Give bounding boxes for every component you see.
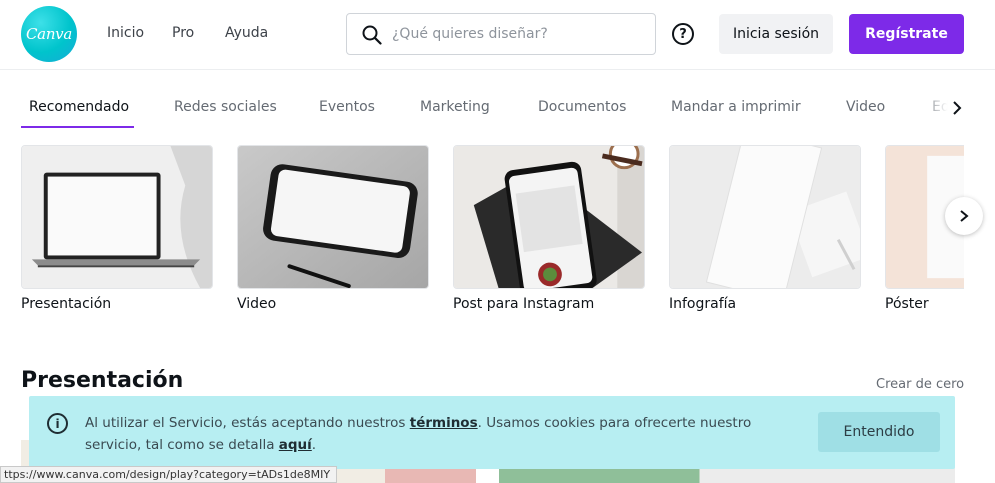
nav-link-ayuda[interactable]: Ayuda — [225, 25, 268, 41]
search-icon — [362, 25, 382, 45]
here-link[interactable]: aquí — [279, 437, 312, 453]
nav-link-pro[interactable]: Pro — [172, 25, 194, 41]
canva-logo[interactable]: Canva — [21, 6, 77, 62]
laptop-thumbnail — [22, 146, 212, 288]
info-icon: i — [47, 413, 68, 434]
paper-thumbnail — [670, 146, 860, 288]
cookie-message: Al utilizar el Servicio, estás aceptando… — [85, 412, 805, 456]
card-video[interactable] — [237, 145, 429, 289]
tab-documentos[interactable]: Documentos — [538, 99, 626, 115]
active-tab-indicator — [21, 126, 134, 128]
cookie-text-part: . — [311, 437, 317, 453]
chevron-right-icon[interactable] — [949, 99, 965, 117]
help-icon[interactable]: ? — [672, 23, 694, 45]
carousel-next-button[interactable] — [945, 197, 983, 235]
signup-button[interactable]: Regístrate — [849, 14, 964, 54]
instagram-phone-thumbnail — [454, 146, 644, 288]
card-label-video[interactable]: Video — [237, 296, 276, 312]
tab-marketing[interactable]: Marketing — [420, 99, 490, 115]
nav-link-inicio[interactable]: Inicio — [107, 25, 144, 41]
terms-link[interactable]: términos — [410, 415, 478, 431]
card-presentacion[interactable] — [21, 145, 213, 289]
chevron-right-icon — [960, 210, 969, 222]
cookie-banner: i Al utilizar el Servicio, estás aceptan… — [29, 396, 955, 469]
card-label-presentacion[interactable]: Presentación — [21, 296, 111, 312]
login-button[interactable]: Inicia sesión — [719, 14, 833, 54]
tab-eventos[interactable]: Eventos — [319, 99, 375, 115]
tab-redes-sociales[interactable]: Redes sociales — [174, 99, 277, 115]
top-header: Canva Inicio Pro Ayuda ¿Qué quieres dise… — [0, 0, 995, 70]
tab-mandar-a-imprimir[interactable]: Mandar a imprimir — [671, 99, 801, 115]
status-url: ttps://www.canva.com/design/play?categor… — [0, 466, 338, 483]
section-title: Presentación — [21, 368, 184, 393]
tab-video[interactable]: Video — [846, 99, 885, 115]
card-label-poster[interactable]: Póster — [885, 296, 929, 312]
card-label-infografia[interactable]: Infografía — [669, 296, 736, 312]
card-instagram[interactable] — [453, 145, 645, 289]
create-from-scratch-link[interactable]: Crear de cero — [876, 377, 964, 392]
logo-text: Canva — [26, 25, 72, 43]
card-infografia[interactable] — [669, 145, 861, 289]
accept-cookies-button[interactable]: Entendido — [818, 412, 940, 452]
tab-recomendado[interactable]: Recomendado — [29, 99, 129, 115]
search-placeholder: ¿Qué quieres diseñar? — [392, 26, 548, 42]
card-label-instagram[interactable]: Post para Instagram — [453, 296, 594, 312]
cookie-text-part: Al utilizar el Servicio, estás aceptando… — [85, 415, 410, 431]
search-input[interactable]: ¿Qué quieres diseñar? — [346, 13, 656, 55]
phone-thumbnail — [238, 146, 428, 288]
